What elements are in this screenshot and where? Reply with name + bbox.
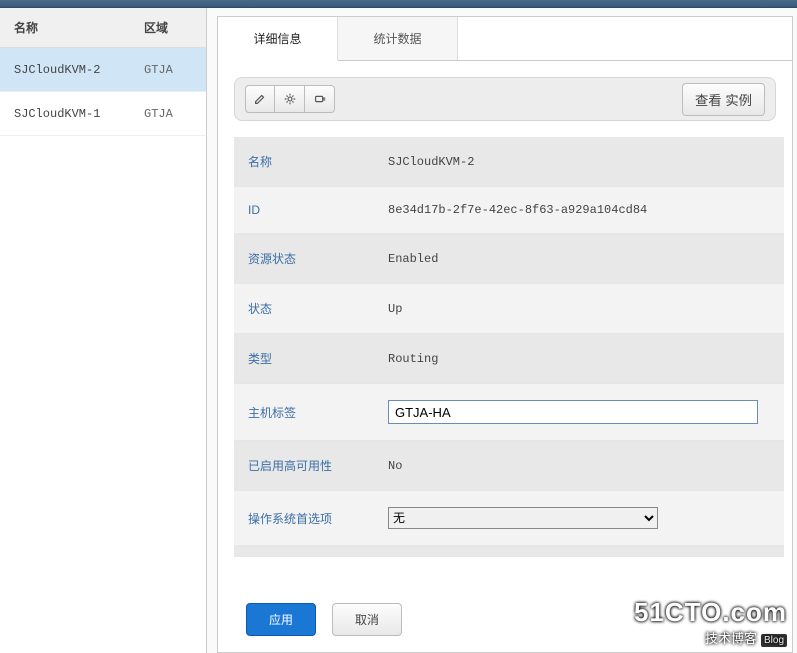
footer-buttons: 应用 取消 [246, 603, 402, 636]
detail-row-state: 状态Up [234, 284, 784, 334]
host-name-cell: SJCloudKVM-1 [0, 107, 140, 121]
host-row[interactable]: SJCloudKVM-2 GTJA [0, 48, 206, 92]
toolbar: 查看 实例 [234, 77, 776, 121]
detail-row-id: ID8e34d17b-2f7e-42ec-8f63-a929a104cd84 [234, 187, 784, 234]
label-resstate: 资源状态 [234, 234, 374, 284]
detail-row-type: 类型Routing [234, 334, 784, 384]
col-header-zone[interactable]: 区域 [140, 19, 206, 36]
value-ha: No [374, 441, 784, 491]
detail-row-zone: 区域GTJA [234, 546, 784, 558]
gear-icon [283, 92, 297, 106]
label-id: ID [234, 187, 374, 234]
host-list-header: 名称 区域 [0, 8, 206, 48]
label-type: 类型 [234, 334, 374, 384]
host-list-panel: 名称 区域 SJCloudKVM-2 GTJA SJCloudKVM-1 GTJ… [0, 8, 207, 653]
cancel-button[interactable]: 取消 [332, 603, 402, 636]
edit-icon-button[interactable] [245, 85, 275, 113]
detail-row-name: 名称SJCloudKVM-2 [234, 137, 784, 187]
power-icon-button[interactable] [305, 85, 335, 113]
hosttag-input[interactable] [388, 400, 758, 424]
value-id: 8e34d17b-2f7e-42ec-8f63-a929a104cd84 [374, 187, 784, 234]
window-titlebar [0, 0, 797, 8]
label-state: 状态 [234, 284, 374, 334]
host-row[interactable]: SJCloudKVM-1 GTJA [0, 92, 206, 136]
host-zone-cell: GTJA [140, 63, 206, 77]
col-header-name[interactable]: 名称 [0, 19, 140, 36]
detail-panel: 详细信息 统计数据 查看 实例 [207, 8, 797, 653]
detail-row-hosttag: 主机标签 [234, 384, 784, 441]
label-ospref: 操作系统首选项 [234, 491, 374, 546]
ospref-select[interactable]: 无 [388, 507, 658, 529]
value-name: SJCloudKVM-2 [374, 137, 784, 187]
host-zone-cell: GTJA [140, 107, 206, 121]
detail-row-ospref: 操作系统首选项无 [234, 491, 784, 546]
detail-scroll[interactable]: 名称SJCloudKVM-2 ID8e34d17b-2f7e-42ec-8f63… [234, 137, 784, 557]
value-zone: GTJA [374, 546, 784, 558]
detail-row-resstate: 资源状态Enabled [234, 234, 784, 284]
detail-row-ha: 已启用高可用性No [234, 441, 784, 491]
edit-icon [253, 92, 267, 106]
tabs: 详细信息 统计数据 [218, 17, 792, 61]
value-type: Routing [374, 334, 784, 384]
detail-table: 名称SJCloudKVM-2 ID8e34d17b-2f7e-42ec-8f63… [234, 137, 784, 557]
tab-stats[interactable]: 统计数据 [338, 17, 458, 60]
settings-icon-button[interactable] [275, 85, 305, 113]
label-name: 名称 [234, 137, 374, 187]
tab-details[interactable]: 详细信息 [218, 17, 338, 61]
label-ha: 已启用高可用性 [234, 441, 374, 491]
value-state: Up [374, 284, 784, 334]
plug-icon [313, 92, 327, 106]
value-resstate: Enabled [374, 234, 784, 284]
label-hosttag: 主机标签 [234, 384, 374, 441]
view-instances-button[interactable]: 查看 实例 [682, 83, 765, 116]
apply-button[interactable]: 应用 [246, 603, 316, 636]
label-zone: 区域 [234, 546, 374, 558]
host-name-cell: SJCloudKVM-2 [0, 63, 140, 77]
